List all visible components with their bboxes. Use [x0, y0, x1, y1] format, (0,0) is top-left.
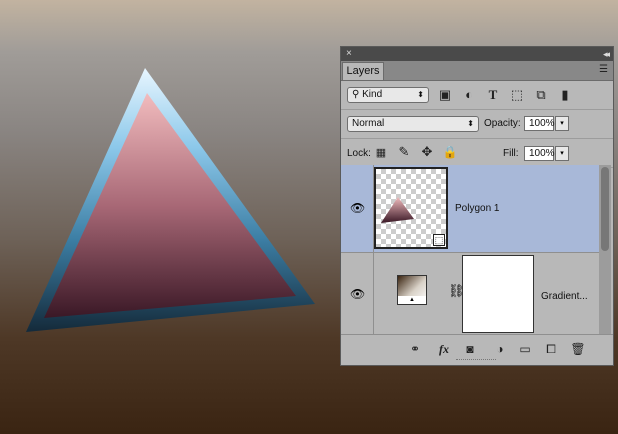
- trash-icon[interactable]: 🗑: [570, 341, 586, 357]
- layer-row-gradient[interactable]: 👁 ▲ ⛓ Gradient...: [341, 253, 599, 337]
- lock-pixels-brush-icon[interactable]: ✎: [396, 144, 412, 160]
- layer-row-polygon[interactable]: 👁 ⬚ Polygon 1: [341, 165, 599, 253]
- visibility-eye-icon[interactable]: 👁: [350, 201, 365, 215]
- kind-filter-label: Kind: [362, 89, 383, 100]
- opacity-dropdown-icon[interactable]: ▾: [555, 116, 569, 131]
- adjustment-filter-icon[interactable]: ◐: [461, 87, 477, 103]
- lock-position-move-icon[interactable]: ✥: [419, 144, 435, 160]
- blend-row: Normal ⬍ Opacity: 100% ▾: [341, 110, 613, 139]
- layer-mask-thumbnail[interactable]: [462, 255, 534, 333]
- fill-label: Fill:: [503, 148, 519, 159]
- lock-all-icon[interactable]: 🔒: [442, 144, 458, 160]
- smart-object-filter-icon[interactable]: ⧉: [533, 87, 549, 103]
- updown-arrow-icon: ⬍: [467, 119, 474, 128]
- scrollbar-thumb[interactable]: [601, 167, 609, 251]
- tab-layers[interactable]: Layers: [342, 62, 384, 80]
- fx-icon[interactable]: fx: [436, 341, 452, 357]
- gradient-fill-thumbnail[interactable]: ▲: [397, 275, 427, 305]
- fill-input[interactable]: 100%: [524, 146, 555, 161]
- kind-filter-select[interactable]: ⚲ Kind ⬍: [347, 87, 429, 103]
- lock-label: Lock:: [347, 148, 371, 159]
- gradient-marker-icon: ▲: [398, 296, 426, 304]
- layer-name[interactable]: Gradient...: [541, 291, 588, 302]
- layer-thumbnail[interactable]: ⬚: [374, 167, 448, 249]
- blend-mode-select[interactable]: Normal ⬍: [347, 116, 479, 132]
- layers-panel: × ◂◂ Layers ☰ ⚲ Kind ⬍ ▣ ◐ T ⬚ ⧉ ▮ Norma…: [340, 46, 614, 366]
- lock-row: Lock: ▦ ✎ ✥ 🔒 Fill: 100% ▾: [341, 139, 613, 168]
- panel-titlebar: × ◂◂: [341, 47, 613, 61]
- adjustment-layer-icon[interactable]: ◑: [492, 341, 508, 357]
- panel-tabbar: Layers ☰: [341, 61, 613, 81]
- layer-name[interactable]: Polygon 1: [455, 203, 499, 214]
- panel-footer-toolbar: ⚭ fx ◙ ◑ ▭ ⧠ 🗑: [341, 334, 613, 365]
- vector-mask-icon: ⬚: [433, 234, 445, 246]
- link-layers-icon[interactable]: ⚭: [407, 341, 423, 357]
- fill-dropdown-icon[interactable]: ▾: [555, 146, 569, 161]
- row-divider: [373, 253, 374, 336]
- type-filter-icon[interactable]: T: [485, 87, 501, 103]
- add-mask-icon[interactable]: ◙: [462, 341, 478, 357]
- search-icon: ⚲: [352, 89, 360, 100]
- visibility-eye-icon[interactable]: 👁: [350, 287, 365, 301]
- opacity-label: Opacity:: [484, 118, 521, 129]
- blend-mode-label: Normal: [352, 118, 385, 129]
- lock-transparency-icon[interactable]: ▦: [373, 145, 389, 161]
- shape-filter-icon[interactable]: ⬚: [509, 87, 525, 103]
- updown-arrow-icon: ⬍: [417, 90, 424, 99]
- new-layer-icon[interactable]: ⧠: [543, 341, 559, 357]
- resize-grip[interactable]: [456, 359, 496, 363]
- close-panel-icon[interactable]: ×: [346, 47, 352, 61]
- new-group-icon[interactable]: ▭: [517, 341, 533, 357]
- layers-scrollbar[interactable]: [599, 165, 611, 335]
- image-filter-icon[interactable]: ▣: [437, 87, 453, 103]
- filter-row: ⚲ Kind ⬍ ▣ ◐ T ⬚ ⧉ ▮: [341, 81, 613, 110]
- filter-toggle-icon[interactable]: ▮: [557, 87, 573, 103]
- collapse-panel-icon[interactable]: ◂◂: [603, 47, 610, 61]
- triangle-inner: [44, 93, 296, 318]
- panel-menu-icon[interactable]: ☰: [599, 64, 608, 75]
- opacity-input[interactable]: 100%: [524, 116, 555, 131]
